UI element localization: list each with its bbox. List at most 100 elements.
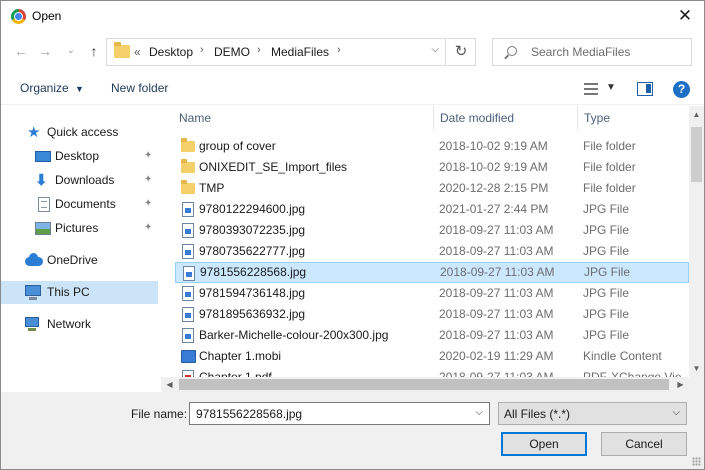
network-icon bbox=[25, 317, 39, 331]
file-name: Chapter 1.pdf bbox=[199, 370, 272, 377]
breadcrumb-mediafiles[interactable]: MediaFiles bbox=[271, 45, 329, 59]
jpg-file-icon bbox=[182, 244, 194, 259]
file-type: JPG File bbox=[583, 328, 630, 342]
file-type: Kindle Content bbox=[583, 349, 662, 363]
scroll-thumb[interactable] bbox=[179, 379, 669, 390]
file-date-modified: 2018-09-27 11:03 AM bbox=[439, 244, 554, 258]
breadcrumb-demo[interactable]: DEMO bbox=[214, 45, 250, 59]
breadcrumb-desktop[interactable]: Desktop bbox=[149, 45, 193, 59]
folder-icon bbox=[181, 138, 195, 152]
file-name: 9780735622777.jpg bbox=[199, 244, 306, 258]
file-date-modified: 2021-01-27 2:44 PM bbox=[439, 202, 549, 216]
sidebar-item-onedrive[interactable]: OneDrive bbox=[1, 249, 158, 272]
open-button[interactable]: Open bbox=[501, 432, 587, 456]
jpg-file-icon bbox=[183, 266, 195, 281]
search-icon bbox=[507, 46, 517, 56]
address-bar[interactable]: « Desktop › DEMO › MediaFiles › ⌵ bbox=[106, 38, 446, 66]
file-name: group of cover bbox=[199, 139, 276, 153]
new-folder-button[interactable]: New folder bbox=[111, 81, 168, 95]
sort-ascending-icon: ⌃ bbox=[299, 106, 307, 111]
file-row[interactable]: ONIXEDIT_SE_Import_files 2018-10-02 9:19 … bbox=[175, 157, 689, 178]
folder-icon bbox=[181, 159, 195, 173]
file-date-modified: 2020-12-28 2:15 PM bbox=[439, 181, 549, 195]
sidebar-item-label: Pictures bbox=[55, 221, 99, 235]
file-name: Chapter 1.mobi bbox=[199, 349, 282, 363]
breadcrumb-overflow[interactable]: « bbox=[134, 45, 141, 59]
search-box[interactable] bbox=[492, 38, 692, 66]
file-type: File folder bbox=[583, 139, 636, 153]
kindle-file-icon bbox=[181, 350, 196, 363]
file-type: JPG File bbox=[583, 307, 630, 321]
file-list[interactable]: ⌃ Name Date modified Type group of cover… bbox=[161, 106, 689, 377]
organize-menu[interactable]: Organize ▼ bbox=[20, 81, 84, 95]
file-name-field[interactable]: 9781556228568.jpg ⌵ bbox=[189, 402, 490, 425]
file-name-value[interactable]: 9781556228568.jpg bbox=[196, 407, 302, 421]
jpg-file-icon bbox=[182, 202, 194, 217]
forward-arrow-icon[interactable]: → bbox=[35, 41, 55, 61]
scroll-left-icon[interactable]: ◀ bbox=[161, 377, 178, 392]
file-row[interactable]: TMP 2020-12-28 2:15 PM File folder bbox=[175, 178, 689, 199]
chevron-right-icon[interactable]: › bbox=[200, 44, 204, 56]
file-row[interactable]: 9780735622777.jpg 2018-09-27 11:03 AM JPG … bbox=[175, 241, 689, 262]
column-header-type[interactable]: Type bbox=[584, 111, 610, 125]
close-button[interactable]: ✕ bbox=[674, 5, 696, 27]
scroll-down-icon[interactable]: ▼ bbox=[689, 360, 704, 377]
file-row[interactable]: Chapter 1.pdf 2018-09-27 11:03 AM PDF-XCha… bbox=[175, 367, 689, 377]
folder-icon bbox=[181, 180, 195, 194]
cloud-icon bbox=[25, 253, 43, 266]
horizontal-scrollbar[interactable]: ◀ ▶ bbox=[161, 377, 689, 392]
sidebar-item-desktop[interactable]: Desktop ✦ bbox=[1, 145, 158, 168]
refresh-button[interactable]: ↻ bbox=[447, 38, 476, 66]
file-row[interactable]: 9780122294600.jpg 2021-01-27 2:44 PM JPG F… bbox=[175, 199, 689, 220]
file-date-modified: 2018-10-02 9:19 AM bbox=[439, 139, 548, 153]
search-input[interactable] bbox=[531, 45, 681, 59]
file-row[interactable]: 9781594736148.jpg 2018-09-27 11:03 AM JPG … bbox=[175, 283, 689, 304]
file-name: Barker-Michelle-colour-200x300.jpg bbox=[199, 328, 389, 342]
sidebar-item-network[interactable]: Network bbox=[1, 313, 158, 336]
sidebar-item-pictures[interactable]: Pictures ✦ bbox=[1, 217, 158, 240]
cancel-button[interactable]: Cancel bbox=[601, 432, 687, 456]
column-header-name[interactable]: Name bbox=[179, 111, 211, 125]
caret-down-icon[interactable]: ▼ bbox=[606, 82, 616, 93]
view-options-icon[interactable] bbox=[584, 83, 598, 95]
file-row[interactable]: Chapter 1.mobi 2020-02-19 11:29 AM Kindle … bbox=[175, 346, 689, 367]
sidebar-item-label: OneDrive bbox=[47, 253, 98, 267]
sidebar-item-label: Desktop bbox=[55, 149, 100, 163]
column-divider[interactable] bbox=[433, 106, 434, 130]
vertical-scrollbar[interactable]: ▲ ▼ bbox=[689, 106, 704, 377]
chevron-right-icon[interactable]: › bbox=[257, 44, 261, 56]
help-icon[interactable]: ? bbox=[673, 81, 690, 98]
file-type: JPG File bbox=[583, 286, 630, 300]
command-bar: Organize ▼ New folder ▼ ? bbox=[1, 73, 704, 105]
chevron-down-icon[interactable]: ⌵ bbox=[431, 44, 439, 55]
column-divider[interactable] bbox=[577, 106, 578, 130]
file-row[interactable]: 9781895636932.jpg 2018-09-27 11:03 AM JPG … bbox=[175, 304, 689, 325]
file-type: File folder bbox=[583, 160, 636, 174]
chevron-right-icon[interactable]: › bbox=[337, 44, 341, 56]
file-type: JPG File bbox=[583, 244, 630, 258]
file-row[interactable]: group of cover 2018-10-02 9:19 AM File fol… bbox=[175, 136, 689, 157]
sidebar-item-downloads[interactable]: ⬇ Downloads ✦ bbox=[1, 169, 158, 192]
chevron-down-icon[interactable]: ⌵ bbox=[672, 407, 680, 418]
chevron-down-icon[interactable]: ⌵ bbox=[475, 407, 483, 418]
sidebar-item-quick-access[interactable]: ★ Quick access bbox=[1, 121, 158, 144]
file-name: TMP bbox=[199, 181, 225, 195]
scroll-thumb[interactable] bbox=[691, 127, 702, 182]
resize-grip-icon[interactable] bbox=[692, 457, 701, 466]
up-arrow-icon[interactable]: ↑ bbox=[84, 41, 104, 61]
file-type: JPG File bbox=[583, 202, 630, 216]
back-arrow-icon[interactable]: ← bbox=[11, 41, 31, 61]
sidebar-item-documents[interactable]: Documents ✦ bbox=[1, 193, 158, 216]
sidebar-item-this-pc[interactable]: This PC bbox=[1, 281, 158, 304]
recent-locations-chevron-icon[interactable]: ⌄ bbox=[61, 41, 81, 61]
scroll-right-icon[interactable]: ▶ bbox=[672, 377, 689, 392]
preview-pane-icon[interactable] bbox=[637, 82, 653, 96]
file-type-select[interactable]: All Files (*.*) ⌵ bbox=[498, 402, 687, 425]
file-row[interactable]: Barker-Michelle-colour-200x300.jpg 2018-0… bbox=[175, 325, 689, 346]
scroll-up-icon[interactable]: ▲ bbox=[689, 106, 704, 123]
column-header-date[interactable]: Date modified bbox=[440, 111, 514, 125]
pin-icon: ✦ bbox=[144, 222, 153, 233]
file-row[interactable]: 9781556228568.jpg 2018-09-27 11:03 AM JPG … bbox=[175, 262, 689, 283]
sidebar-item-label: Downloads bbox=[55, 173, 115, 187]
file-row[interactable]: 9780393072235.jpg 2018-09-27 11:03 AM JPG … bbox=[175, 220, 689, 241]
